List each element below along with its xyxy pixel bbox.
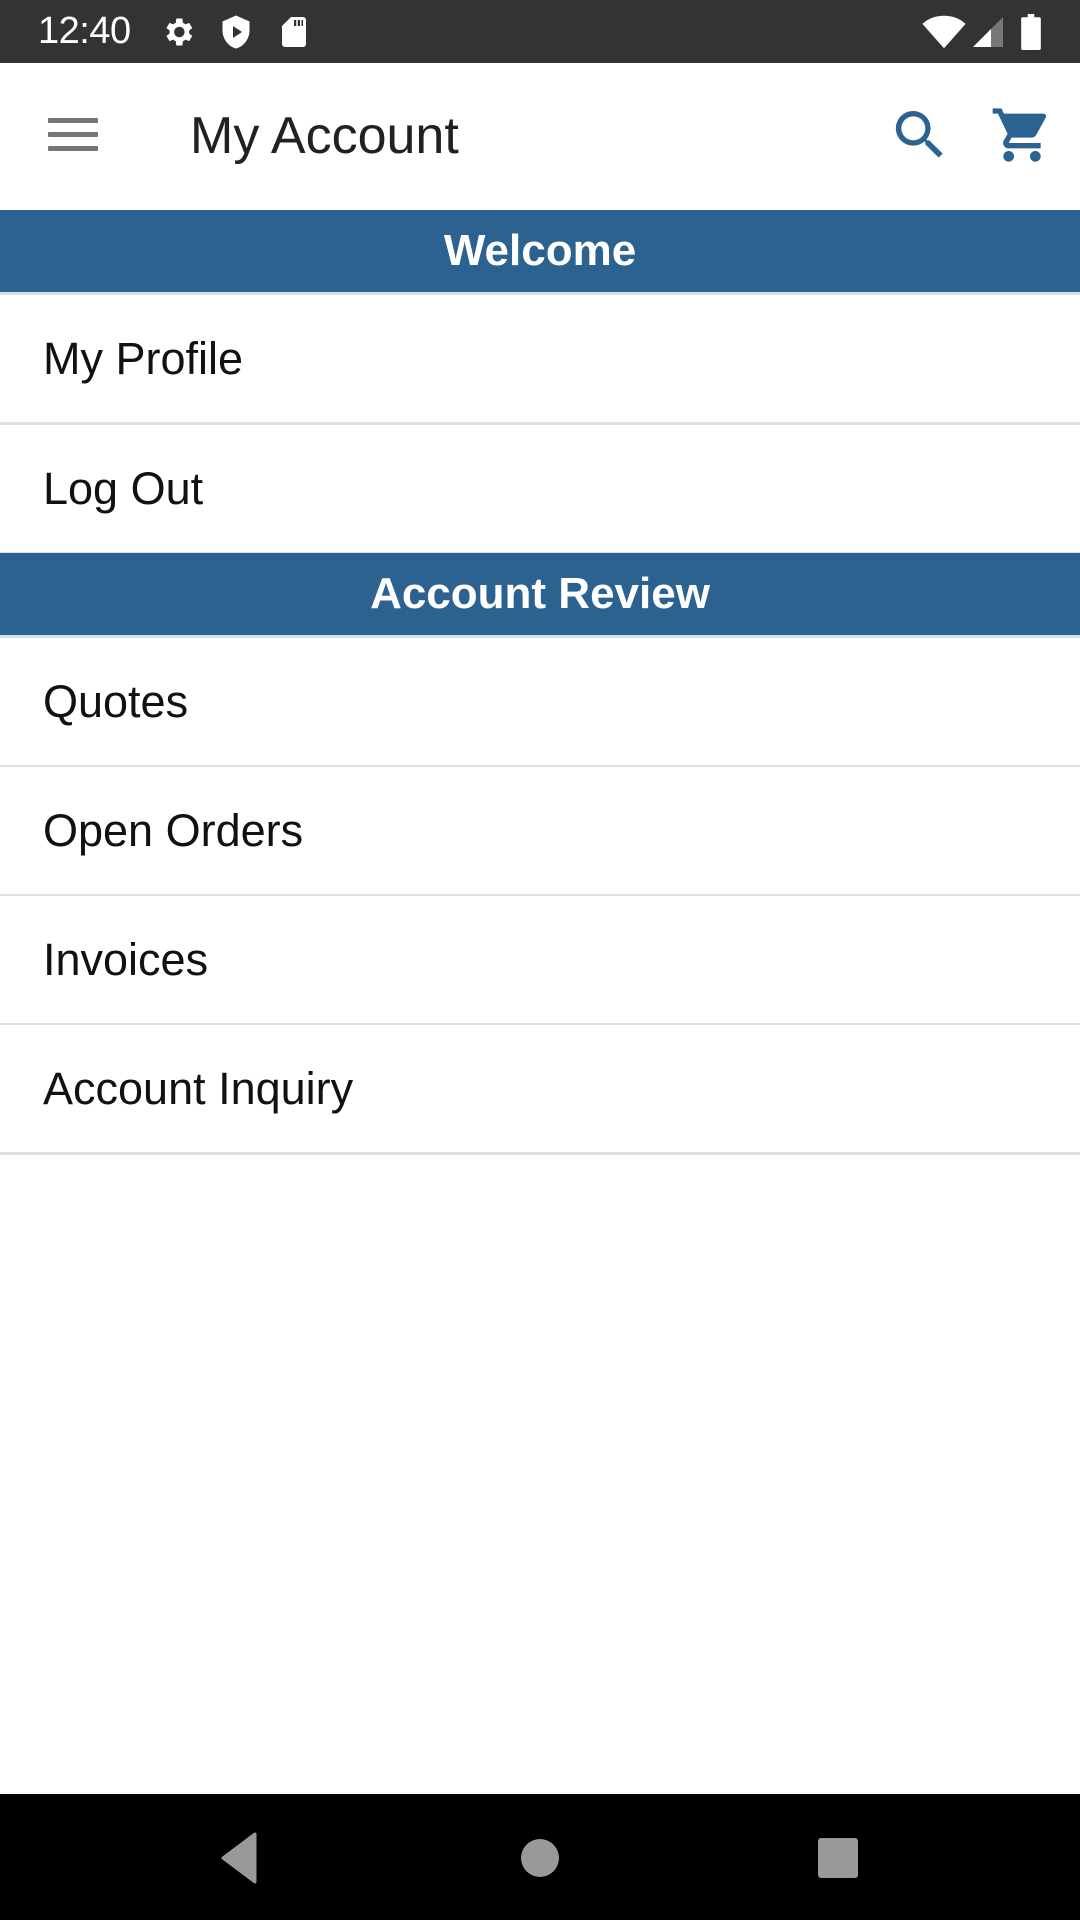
status-bar: 12:40 [0,0,1080,63]
menu-item-my-profile[interactable]: My Profile [0,295,1080,425]
section-header-welcome: Welcome [0,210,1080,295]
hamburger-menu-icon [48,118,98,151]
menu-item-quotes[interactable]: Quotes [0,638,1080,768]
home-button[interactable] [504,1822,576,1894]
section-header-account-review: Account Review [0,553,1080,638]
menu-button[interactable] [40,103,104,159]
menu-item-label: My Profile [43,333,244,384]
app-bar: My Account [0,63,1080,210]
page-title: My Account [190,107,459,165]
menu-item-label: Account Inquiry [43,1063,354,1114]
settings-icon [166,18,193,46]
menu-item-label: Open Orders [43,805,304,856]
menu-item-label: Invoices [43,934,209,985]
menu-item-label: Log Out [43,463,204,514]
sd-card-icon [282,17,306,47]
wifi-icon [922,15,966,49]
status-time: 12:40 [38,10,131,52]
menu-item-log-out[interactable]: Log Out [0,425,1080,555]
battery-icon [1021,14,1041,50]
shopping-cart-icon [992,108,1047,162]
shield-play-icon [222,15,250,49]
menu-item-open-orders[interactable]: Open Orders [0,767,1080,897]
menu-item-invoices[interactable]: Invoices [0,896,1080,1026]
home-icon [521,1839,559,1877]
search-icon [895,111,943,158]
cart-button[interactable] [990,103,1058,167]
cell-signal-icon [973,17,1003,47]
back-icon [221,1832,257,1884]
system-nav-bar [0,1794,1080,1920]
recents-icon [818,1838,858,1878]
back-button[interactable] [203,1822,275,1894]
search-button[interactable] [888,103,952,167]
menu-item-account-inquiry[interactable]: Account Inquiry [0,1025,1080,1155]
recents-button[interactable] [802,1822,874,1894]
menu-item-label: Quotes [43,676,189,727]
